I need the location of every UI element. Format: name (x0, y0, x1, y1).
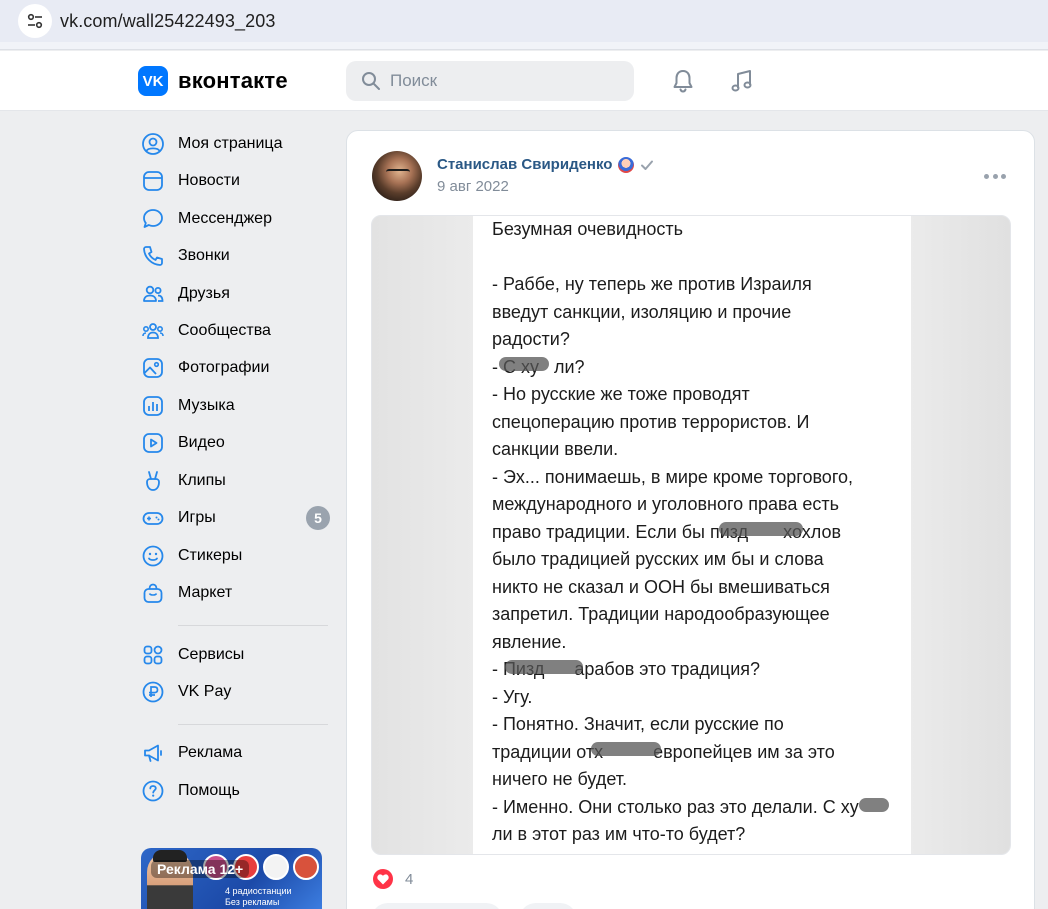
vk-logo-text: вконтакте (178, 68, 288, 93)
phone-icon (138, 241, 168, 271)
sidebar-item-music[interactable]: Музыка (138, 391, 338, 421)
sidebar-item-label: Сервисы (178, 646, 245, 663)
sidebar-item-clips[interactable]: Клипы (138, 466, 338, 496)
browser-divider (0, 42, 1048, 50)
smile-icon (138, 541, 168, 571)
sidebar-item-label: Видео (178, 434, 225, 451)
video-icon (138, 428, 168, 458)
post-photo[interactable]: Безумная очевидность - Раббе, ну теперь … (371, 215, 1011, 855)
news-icon (138, 166, 168, 196)
promo-banner[interactable]: Реклама 12+ 4 радиостанции Без рекламы (141, 848, 322, 909)
avatar-glasses-shape (386, 169, 410, 175)
sidebar-item-market[interactable]: Маркет (138, 578, 338, 608)
promo-caption: 4 радиостанции Без рекламы (225, 886, 292, 908)
verified-check-icon (640, 158, 654, 172)
url-text[interactable]: vk.com/wall25422493_203 (60, 11, 275, 32)
vk-header: VK вконтакте Поиск (0, 51, 1048, 111)
censor-smudge (499, 357, 549, 371)
sidebar-item-video[interactable]: Видео (138, 428, 338, 458)
post-author: Станислав Свириденко (437, 156, 654, 173)
photo-blur-left (372, 216, 473, 854)
promo-label: Реклама 12+ (151, 860, 250, 878)
sidebar-item-label: Игры (178, 509, 216, 526)
censor-smudge (719, 522, 803, 536)
censor-smudge (505, 660, 583, 674)
ruble-icon (138, 677, 168, 707)
vk-logo[interactable]: VK вконтакте (138, 66, 288, 96)
sidebar-item-label: Сообщества (178, 322, 271, 339)
sidebar-item-games[interactable]: Игры 5 (138, 503, 338, 533)
user-circle-icon (138, 129, 168, 159)
gamepad-icon (138, 503, 168, 533)
sidebar-item-label: Маркет (178, 584, 233, 601)
sidebar-item-label: Новости (178, 172, 240, 189)
vk-logo-icon: VK (138, 66, 168, 96)
wall-post: Станислав Свириденко 9 авг 2022 Безумная… (346, 130, 1035, 909)
sidebar-divider (178, 724, 328, 725)
censor-smudge (591, 742, 661, 756)
sidebar-item-label: VK Pay (178, 683, 232, 700)
author-name-link[interactable]: Станислав Свириденко (437, 156, 612, 173)
sidebar-item-label: Стикеры (178, 547, 243, 564)
sidebar-item-news[interactable]: Новости (138, 166, 338, 196)
sidebar-item-photos[interactable]: Фотографии (138, 353, 338, 383)
radio-logo-icon (263, 854, 289, 880)
music-icon (138, 391, 168, 421)
sidebar-item-vkpay[interactable]: VK Pay (138, 677, 338, 707)
bell-icon[interactable] (669, 67, 697, 95)
search-input[interactable]: Поиск (346, 61, 634, 101)
browser-address-bar: vk.com/wall25422493_203 (0, 0, 1048, 42)
friends-icon (138, 279, 168, 309)
sidebar-item-label: Фотографии (178, 359, 270, 376)
promo-caption-line: 4 радиостанции (225, 886, 292, 896)
music-note-icon[interactable] (728, 67, 756, 95)
sidebar-item-messenger[interactable]: Мессенджер (138, 204, 338, 234)
more-options-icon[interactable] (984, 168, 1006, 184)
photo-text: Безумная очевидность - Раббе, ну теперь … (492, 219, 859, 844)
photo-icon (138, 353, 168, 383)
help-icon (138, 776, 168, 806)
communities-icon (138, 316, 168, 346)
bag-icon (138, 578, 168, 608)
search-icon (360, 70, 382, 92)
status-emoji-icon (618, 156, 635, 173)
photo-blur-right (910, 216, 1010, 854)
message-icon (138, 204, 168, 234)
promo-caption-line: Без рекламы (225, 897, 280, 907)
sidebar-item-label: Звонки (178, 247, 230, 264)
censor-smudge (859, 798, 889, 812)
sidebar-item-label: Реклама (178, 744, 243, 761)
tune-icon[interactable] (18, 4, 52, 38)
post-action-button[interactable] (371, 903, 503, 909)
photo-text-page: Безумная очевидность - Раббе, ну теперь … (473, 216, 911, 854)
sidebar-item-stickers[interactable]: Стикеры (138, 541, 338, 571)
avatar[interactable] (372, 151, 422, 201)
sidebar-item-my-page[interactable]: Моя страница (138, 129, 338, 159)
search-placeholder: Поиск (390, 71, 438, 90)
radio-logo-icon (293, 854, 319, 880)
heart-icon (373, 869, 393, 889)
sidebar-item-services[interactable]: Сервисы (138, 640, 338, 670)
sidebar-item-label: Помощь (178, 782, 240, 799)
sidebar-item-ads[interactable]: Реклама (138, 738, 338, 768)
grid-icon (138, 640, 168, 670)
sidebar-item-label: Моя страница (178, 135, 283, 152)
post-action-button[interactable] (519, 903, 577, 909)
megaphone-icon (138, 738, 168, 768)
sidebar-item-help[interactable]: Помощь (138, 776, 338, 806)
likes-count: 4 (405, 870, 414, 888)
sidebar-item-label: Музыка (178, 397, 235, 414)
sidebar-item-communities[interactable]: Сообщества (138, 316, 338, 346)
clips-icon (138, 466, 168, 496)
like-button[interactable]: 4 (373, 869, 413, 889)
sidebar-divider (178, 625, 328, 626)
sidebar-item-friends[interactable]: Друзья (138, 279, 338, 309)
sidebar-item-label: Мессенджер (178, 210, 272, 227)
post-date[interactable]: 9 авг 2022 (437, 178, 509, 195)
sidebar-item-calls[interactable]: Звонки (138, 241, 338, 271)
sidebar-item-label: Клипы (178, 472, 226, 489)
games-counter-badge: 5 (306, 506, 330, 530)
sidebar-item-label: Друзья (178, 285, 230, 302)
